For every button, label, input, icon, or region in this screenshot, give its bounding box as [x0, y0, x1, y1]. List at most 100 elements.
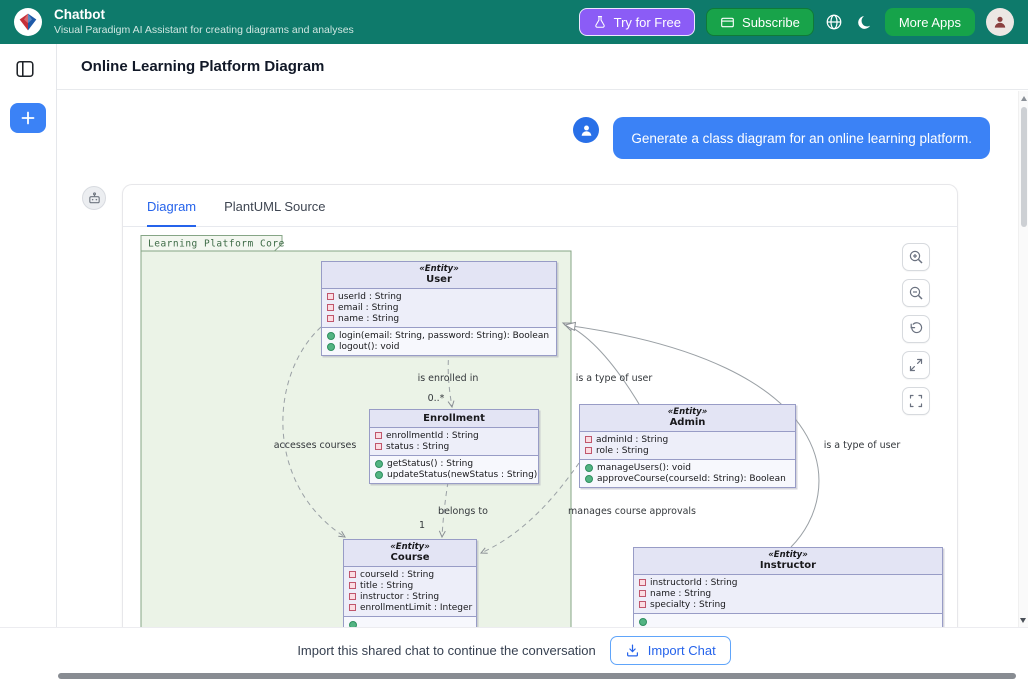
- package-label: Learning Platform Core: [148, 239, 285, 250]
- sidebar: [0, 44, 57, 628]
- attributes-compartment: enrollmentId : String status : String: [370, 428, 538, 455]
- flask-icon: [593, 15, 607, 29]
- subscribe-button[interactable]: Subscribe: [706, 8, 814, 36]
- relation-label: is a type of user: [576, 373, 653, 384]
- zoom-out-button[interactable]: [902, 279, 930, 307]
- class-stereotype: «Entity»: [348, 542, 472, 552]
- uml-class-enrollment: Enrollment enrollmentId : String status …: [369, 409, 539, 484]
- class-attribute: userId : String: [338, 292, 402, 302]
- uml-class-instructor: «Entity» Instructor instructorId : Strin…: [633, 547, 943, 628]
- reset-view-icon: [908, 321, 924, 337]
- import-chat-text: Import this shared chat to continue the …: [297, 643, 595, 658]
- page-header: Online Learning Platform Diagram: [57, 44, 1028, 90]
- attribute-icon: [585, 447, 592, 454]
- class-attribute: instructorId : String: [650, 578, 738, 588]
- card-icon: [720, 15, 735, 30]
- assistant-answer-card: Diagram PlantUML Source Learning Platfor…: [122, 184, 958, 628]
- user-message-row: Generate a class diagram for an online l…: [57, 117, 990, 159]
- user-message-bubble: Generate a class diagram for an online l…: [613, 117, 990, 159]
- methods-compartment: login(email: String, password: String): …: [322, 327, 556, 355]
- plus-icon: [21, 111, 35, 125]
- horizontal-scroll-thumb[interactable]: [58, 673, 1016, 679]
- class-stereotype: «Entity»: [584, 407, 791, 417]
- uml-diagram-canvas: Learning Platform Core is enrolled in 0.…: [139, 235, 943, 628]
- method-icon: [327, 332, 335, 340]
- attribute-icon: [327, 315, 334, 322]
- expand-button[interactable]: [902, 351, 930, 379]
- try-for-free-label: Try for Free: [614, 15, 681, 30]
- person-icon: [579, 123, 594, 138]
- assistant-avatar: [82, 186, 106, 210]
- method-icon: [375, 471, 383, 479]
- class-method: updateStatus(newStatus : String): [387, 470, 537, 480]
- class-attribute: status : String: [386, 442, 449, 452]
- class-header: «Entity» Instructor: [634, 548, 942, 575]
- class-method: manageUsers(): void: [597, 463, 691, 473]
- vertical-scroll-thumb[interactable]: [1021, 107, 1027, 227]
- tab-diagram[interactable]: Diagram: [147, 199, 196, 227]
- class-attribute: adminId : String: [596, 435, 668, 445]
- class-name: Instructor: [638, 560, 938, 571]
- class-attribute: enrollmentId : String: [386, 431, 479, 441]
- zoom-in-icon: [908, 249, 924, 265]
- method-icon: [327, 343, 335, 351]
- try-for-free-button[interactable]: Try for Free: [579, 8, 695, 36]
- fit-to-screen-button[interactable]: [902, 387, 930, 415]
- method-icon: [639, 618, 647, 626]
- app-title: Chatbot: [54, 7, 354, 24]
- dark-mode-toggle[interactable]: [855, 13, 874, 32]
- new-chat-button[interactable]: [10, 103, 46, 133]
- panel-icon: [15, 59, 35, 79]
- reset-view-button[interactable]: [902, 315, 930, 343]
- method-icon: [585, 475, 593, 483]
- attribute-icon: [349, 571, 356, 578]
- expand-icon: [908, 357, 924, 373]
- methods-compartment: [634, 613, 942, 628]
- sidebar-toggle-button[interactable]: [15, 59, 35, 79]
- class-header: «Entity» Course: [344, 540, 476, 567]
- import-chat-label: Import Chat: [648, 643, 716, 658]
- attributes-compartment: adminId : String role : String: [580, 432, 795, 459]
- account-avatar[interactable]: [986, 8, 1014, 36]
- attributes-compartment: courseId : String title : String instruc…: [344, 567, 476, 616]
- header-actions: Try for Free Subscribe More Apps: [579, 8, 1014, 36]
- class-attribute: courseId : String: [360, 570, 434, 580]
- more-apps-label: More Apps: [899, 15, 961, 30]
- import-chat-button[interactable]: Import Chat: [610, 636, 731, 665]
- class-attribute: role : String: [596, 446, 649, 456]
- uml-class-admin: «Entity» Admin adminId : String role : S…: [579, 404, 796, 488]
- app-header: Chatbot Visual Paradigm AI Assistant for…: [0, 0, 1028, 44]
- class-method: getStatus() : String: [387, 459, 473, 469]
- class-name: Course: [348, 552, 472, 563]
- attributes-compartment: userId : String email : String name : St…: [322, 289, 556, 327]
- attribute-icon: [639, 590, 646, 597]
- zoom-out-icon: [908, 285, 924, 301]
- vertical-scrollbar[interactable]: [1018, 91, 1028, 628]
- class-header: «Entity» Admin: [580, 405, 795, 432]
- scroll-up-icon[interactable]: [1021, 96, 1027, 101]
- zoom-in-button[interactable]: [902, 243, 930, 271]
- attribute-icon: [327, 293, 334, 300]
- generalization-admin-user: [563, 323, 639, 404]
- class-stereotype: «Entity»: [638, 550, 938, 560]
- horizontal-scrollbar[interactable]: [0, 672, 1028, 680]
- relation-label: accesses courses: [274, 440, 357, 451]
- person-icon: [992, 14, 1008, 30]
- class-method: login(email: String, password: String): …: [339, 331, 549, 341]
- attribute-icon: [349, 593, 356, 600]
- diagram-zoom-controls: [902, 243, 930, 415]
- tab-plantuml-source[interactable]: PlantUML Source: [224, 199, 325, 226]
- attribute-icon: [349, 582, 356, 589]
- scroll-down-icon[interactable]: [1020, 618, 1026, 623]
- class-header: «Entity» User: [322, 262, 556, 289]
- more-apps-button[interactable]: More Apps: [885, 8, 975, 36]
- methods-compartment: getStatus() : String updateStatus(newSta…: [370, 455, 538, 483]
- globe-icon: [825, 13, 843, 31]
- class-stereotype: «Entity»: [326, 264, 552, 274]
- language-globe-button[interactable]: [825, 13, 844, 32]
- relation-label: manages course approvals: [568, 506, 696, 517]
- class-attribute: enrollmentLimit : Integer: [360, 603, 472, 613]
- chat-area: Generate a class diagram for an online l…: [57, 91, 1018, 628]
- class-attribute: specialty : String: [650, 600, 726, 610]
- uml-class-user: «Entity» User userId : String email : St…: [321, 261, 557, 356]
